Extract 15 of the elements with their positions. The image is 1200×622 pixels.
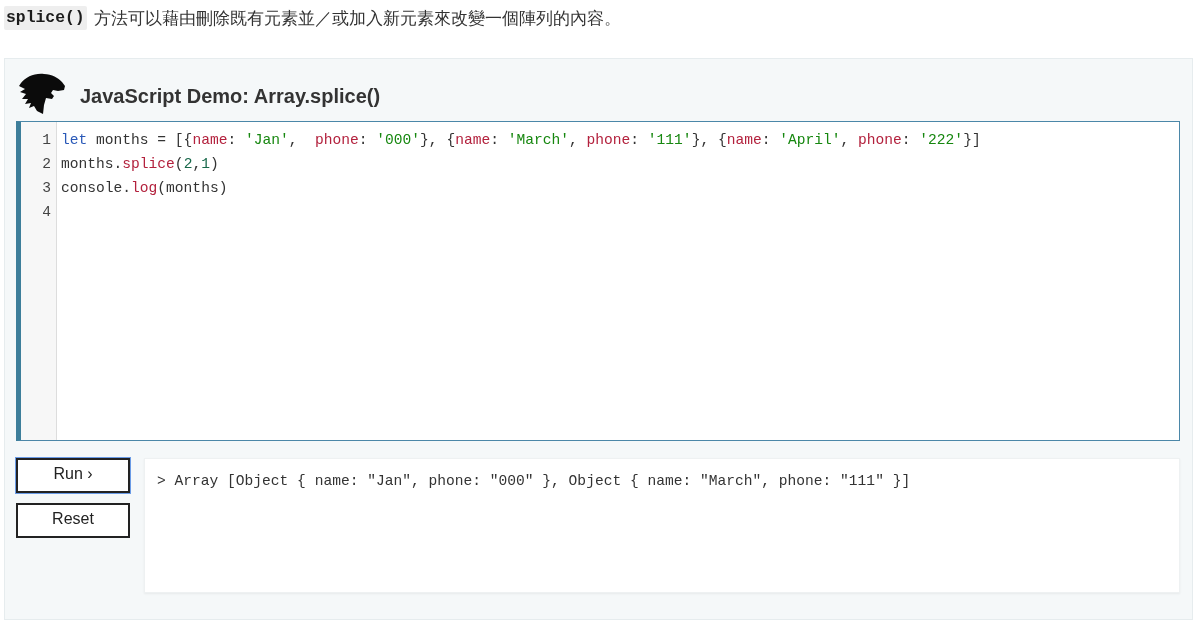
line-number: 3	[42, 179, 51, 198]
code-line: months.splice(2,1)	[61, 155, 220, 174]
demo-title: JavaScript Demo: Array.splice()	[80, 84, 381, 108]
code-editor[interactable]: 1 2 3 4 let months = [{name: 'Jan', phone: '000'}, {name: 'March', phone: '111'}, {name: 'April', phone: '222'}] months.splice(2,1) console.log(months)	[16, 121, 1180, 441]
output-text: > Array [Object { name: "Jan", phone: "000" }, Object { name: "March", phone: "111" }]	[157, 473, 911, 489]
line-number: 1	[42, 131, 51, 150]
code-line: let months = [{name: 'Jan', phone: '000'}, {name: 'March', phone: '111'}, {name: 'April', phone: '222'}]	[61, 131, 981, 150]
inline-code: splice()	[4, 6, 87, 30]
line-number: 4	[42, 203, 51, 222]
code-line: console.log(months)	[61, 179, 229, 198]
reset-button[interactable]: Reset	[16, 503, 130, 538]
line-number: 2	[42, 155, 51, 174]
intro-text: 方法可以藉由刪除既有元素並／或加入新元素來改變一個陣列的內容。	[93, 7, 621, 30]
dinosaur-head-icon	[18, 72, 66, 114]
run-button[interactable]: Run ›	[16, 458, 130, 493]
